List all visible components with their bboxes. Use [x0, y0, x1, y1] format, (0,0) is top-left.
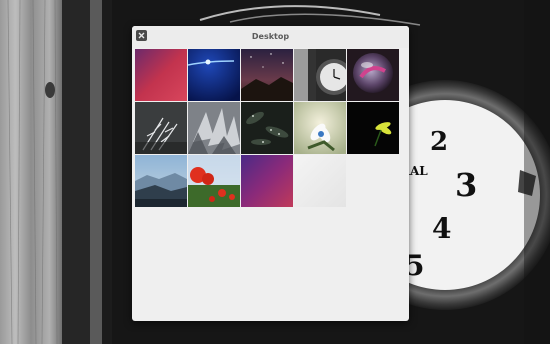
svg-text:2: 2 — [430, 127, 448, 157]
wallpaper-thumbnail-dark-foliage-drops[interactable] — [241, 102, 293, 154]
wallpaper-thumbnail-clock-bw[interactable] — [294, 49, 346, 101]
wallpaper-thumbnail-pink-red-gradient[interactable] — [135, 49, 187, 101]
svg-text:4: 4 — [432, 212, 451, 245]
wallpaper-thumbnail-coastal-misty-hills[interactable] — [135, 155, 187, 207]
window-title: Desktop — [251, 32, 290, 41]
wallpaper-thumbnail-night-sky-mountain[interactable] — [241, 49, 293, 101]
wallpaper-thumbnail-red-poppies-field[interactable] — [188, 155, 240, 207]
title-bar: Desktop — [132, 26, 409, 48]
desktop-wallpaper-dialog: Desktop — [132, 26, 409, 321]
svg-text:3: 3 — [455, 166, 477, 204]
wallpaper-thumbnail-yellow-flower-dark[interactable] — [347, 102, 399, 154]
wallpaper-grid — [135, 49, 399, 207]
wallpaper-thumbnail-ice-crystals[interactable] — [188, 102, 240, 154]
wallpaper-thumbnail-light-gray-blank[interactable] — [294, 155, 346, 207]
wallpaper-thumbnail-frosted-plant[interactable] — [135, 102, 187, 154]
wallpaper-thumbnail-crystal-ball[interactable] — [347, 49, 399, 101]
wallpaper-thumbnail-blue-light-streak[interactable] — [188, 49, 240, 101]
wallpaper-thumbnail-purple-gradient[interactable] — [241, 155, 293, 207]
wallpaper-thumbnail-white-flower-bokeh[interactable] — [294, 102, 346, 154]
